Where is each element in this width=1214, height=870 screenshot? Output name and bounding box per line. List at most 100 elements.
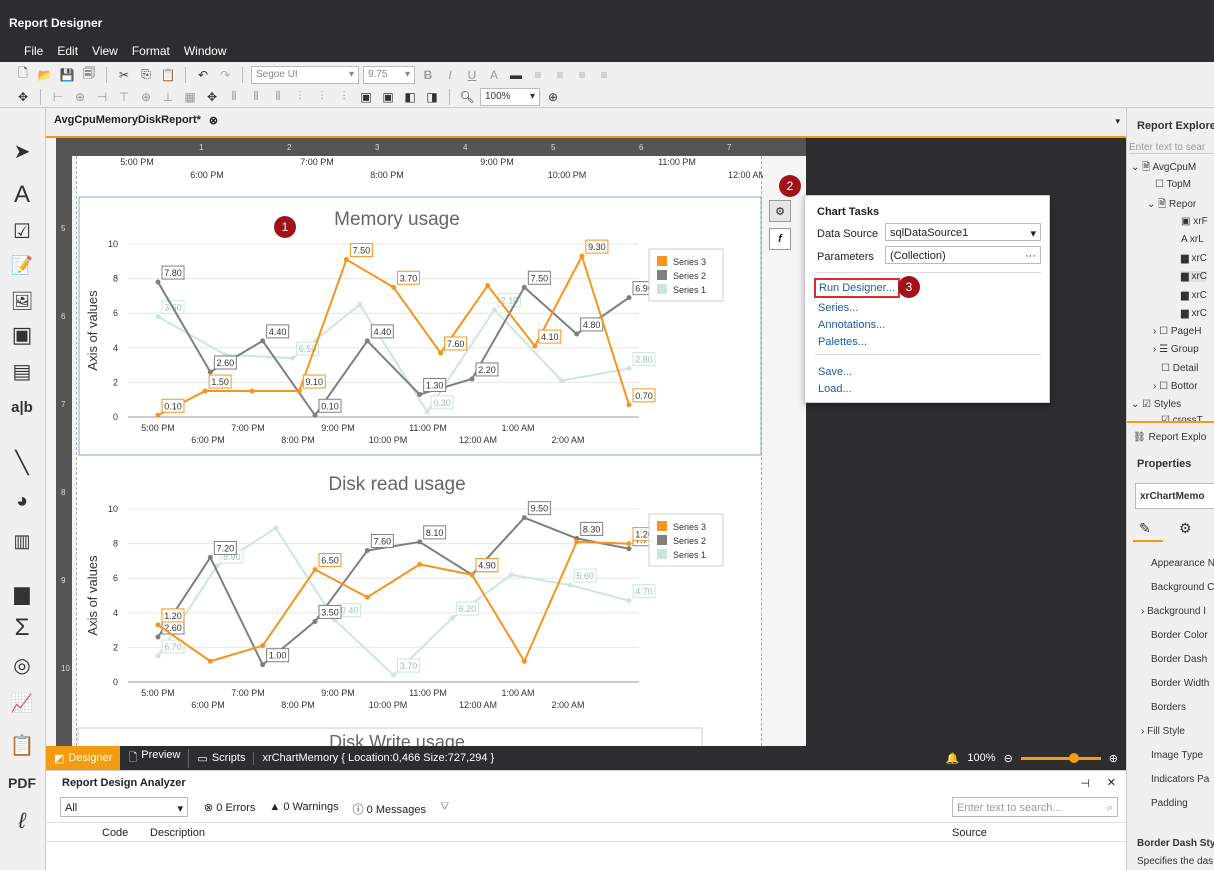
gauge-icon[interactable]: ◎: [6, 650, 38, 680]
redo-icon[interactable]: ↷: [216, 66, 234, 84]
zoom-in-icon[interactable]: ⊕: [544, 88, 562, 106]
tree-node-xrchart-1[interactable]: ▆ xrC: [1181, 253, 1207, 264]
data-source-combo[interactable]: sqlDataSource1 ▾: [885, 223, 1041, 241]
zoom-slider[interactable]: [1020, 752, 1101, 763]
bring-front-icon[interactable]: ◧: [401, 88, 419, 106]
v-spacing-icon[interactable]: ⫶: [291, 88, 309, 106]
bold-icon[interactable]: B: [419, 66, 437, 84]
pdf-content-icon[interactable]: PDF: [6, 768, 38, 798]
tree-node-bottommargin[interactable]: › ☐ Bottor: [1153, 381, 1198, 392]
clear-filter-icon[interactable]: ⛛: [440, 801, 449, 817]
barcode-icon[interactable]: ▥: [6, 526, 38, 556]
rich-text-icon[interactable]: 📝: [6, 250, 38, 280]
designer-tab[interactable]: ◩ Designer: [46, 746, 121, 770]
font-color-icon[interactable]: A: [485, 66, 503, 84]
align-centers-icon[interactable]: ⊕: [71, 88, 89, 106]
prop-background-image[interactable]: › Background I: [1141, 606, 1206, 617]
h-spacing-inc-icon[interactable]: ⫴: [247, 88, 265, 106]
code-column[interactable]: Code: [102, 827, 128, 839]
h-spacing-icon[interactable]: ⫴: [225, 88, 243, 106]
series-link[interactable]: Series...: [818, 302, 858, 314]
size-to-grid-icon[interactable]: ✥: [203, 88, 221, 106]
tree-node-xrlabel[interactable]: A xrL: [1181, 234, 1204, 245]
smart-tag-gear-icon[interactable]: ⚙: [769, 200, 791, 222]
prop-borders[interactable]: Borders: [1151, 702, 1186, 713]
same-size-icon[interactable]: ▦: [181, 88, 199, 106]
center-v-icon[interactable]: ▣: [379, 88, 397, 106]
paste-icon[interactable]: 📋: [159, 66, 177, 84]
pin-icon[interactable]: ⊣: [1080, 777, 1090, 790]
chart-icon[interactable]: ▆: [6, 578, 38, 608]
zoom-out-icon[interactable]: 🔍︎: [458, 88, 476, 106]
justify-icon[interactable]: ≡: [595, 66, 613, 84]
tree-node-xrchart-4[interactable]: ▆ xrC: [1181, 308, 1207, 319]
sigma-icon[interactable]: Σ: [6, 613, 38, 643]
menu-format[interactable]: Format: [132, 44, 170, 58]
align-middles-icon[interactable]: ⊕: [137, 88, 155, 106]
prop-padding[interactable]: Padding: [1151, 798, 1188, 809]
signature-icon[interactable]: ℓ: [6, 806, 38, 836]
checkbox-icon[interactable]: ☑: [6, 216, 38, 246]
close-icon[interactable]: ⊗: [209, 114, 218, 127]
preview-tab[interactable]: 🗋 Preview: [120, 748, 190, 768]
tree-node-xrchart-2[interactable]: ▆ xrC: [1181, 271, 1208, 282]
send-back-icon[interactable]: ◨: [423, 88, 441, 106]
close-icon[interactable]: ✕: [1107, 776, 1116, 789]
prop-border-dash[interactable]: Border Dash: [1151, 654, 1207, 665]
italic-icon[interactable]: I: [441, 66, 459, 84]
label-icon[interactable]: A: [6, 180, 38, 210]
prop-image-type[interactable]: Image Type: [1151, 750, 1203, 761]
chevron-down-icon[interactable]: ▾: [1115, 116, 1120, 127]
open-icon[interactable]: 📂: [36, 66, 54, 84]
back-color-icon[interactable]: ▬: [507, 66, 525, 84]
report-explorer-tab[interactable]: ⛓ Report Explo: [1133, 432, 1206, 443]
align-left-icon[interactable]: ≡: [529, 66, 547, 84]
picture-box-icon[interactable]: 🖼: [6, 286, 38, 316]
zoom-combo[interactable]: 100% ▾: [480, 87, 540, 106]
align-rights-icon[interactable]: ⊣: [93, 88, 111, 106]
tree-node-styles[interactable]: ⌄ ☑ Styles: [1131, 399, 1181, 410]
new-icon[interactable]: 🗋: [14, 66, 32, 84]
pointer-icon[interactable]: ➤: [6, 136, 38, 166]
copy-icon[interactable]: ⎘: [137, 66, 155, 84]
chart-disk-read[interactable]: Disk read usage Axis of values 0 2 4 6 8 10 6.70…: [85, 474, 724, 710]
analyzer-search[interactable]: Enter text to search... ⌕: [952, 797, 1118, 817]
cut-icon[interactable]: ✂: [115, 66, 133, 84]
annotations-link[interactable]: Annotations...: [818, 319, 885, 331]
tree-node-reportheader[interactable]: ⌄ 🗎 Repor: [1147, 197, 1196, 214]
align-right-icon[interactable]: ≡: [573, 66, 591, 84]
explorer-search[interactable]: Enter text to sear: [1129, 142, 1214, 154]
line-icon[interactable]: ╲: [6, 448, 38, 478]
character-comb-icon[interactable]: a|b: [6, 392, 38, 422]
shape-icon[interactable]: ◕: [6, 486, 38, 516]
center-h-icon[interactable]: ▣: [357, 88, 375, 106]
table-icon[interactable]: ▤: [6, 356, 38, 386]
prop-background-color[interactable]: Background C: [1151, 582, 1214, 593]
save-icon[interactable]: 💾: [58, 66, 76, 84]
align-tops-icon[interactable]: ⊤: [115, 88, 133, 106]
save-all-icon[interactable]: 🗐: [80, 66, 98, 84]
settings-icon[interactable]: ⚙: [1179, 520, 1192, 537]
object-selector[interactable]: xrChartMemo: [1135, 483, 1214, 509]
tree-node-pageheader[interactable]: › ☐ PageH: [1153, 326, 1201, 337]
align-lefts-icon[interactable]: ⊢: [49, 88, 67, 106]
run-designer-link[interactable]: Run Designer...: [814, 278, 900, 298]
analyzer-filter[interactable]: All ▾: [60, 797, 188, 817]
zoom-in-icon[interactable]: ⊕: [1109, 752, 1118, 765]
tree-node-report[interactable]: ⌄ 🗎 AvgCpuM: [1131, 160, 1196, 177]
source-column[interactable]: Source: [952, 827, 987, 839]
brush-icon[interactable]: ✎: [1139, 520, 1151, 537]
tree-node-topmargin[interactable]: ☐ TopM: [1155, 179, 1191, 190]
sparkline-icon[interactable]: 📈: [6, 688, 38, 718]
prop-fill-style[interactable]: › Fill Style: [1141, 726, 1185, 737]
messages-button[interactable]: ⓘ 0 Messages: [353, 801, 426, 817]
font-combo[interactable]: Segoe UI ▾: [251, 65, 359, 84]
font-size-combo[interactable]: 9.75 ▾: [363, 65, 415, 84]
ellipsis-icon[interactable]: ···: [1025, 250, 1036, 262]
v-spacing-dec-icon[interactable]: ⫶: [335, 88, 353, 106]
v-spacing-inc-icon[interactable]: ⫶: [313, 88, 331, 106]
undo-icon[interactable]: ↶: [194, 66, 212, 84]
parameters-field[interactable]: (Collection) ···: [885, 246, 1041, 264]
palettes-link[interactable]: Palettes...: [818, 336, 867, 348]
align-bottoms-icon[interactable]: ⊥: [159, 88, 177, 106]
